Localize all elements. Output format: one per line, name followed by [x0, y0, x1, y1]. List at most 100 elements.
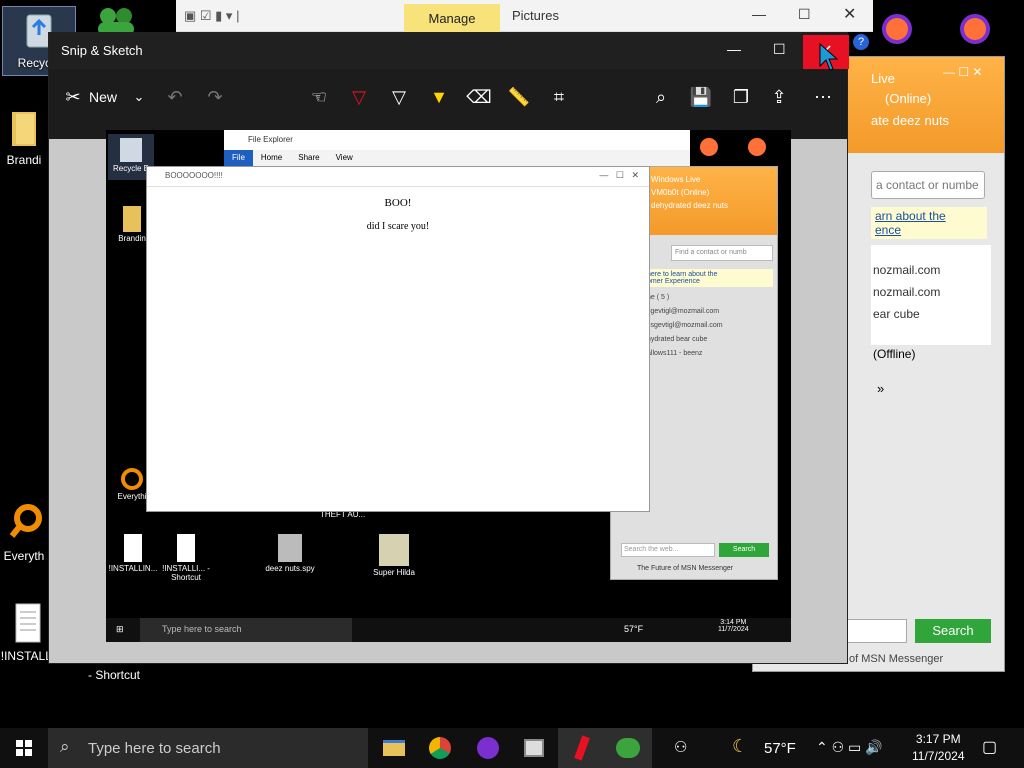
inner-msn-search: Find a contact or numb: [671, 245, 773, 261]
taskbar-date: 11/7/2024: [912, 749, 965, 763]
firefox-icon[interactable]: [880, 12, 914, 46]
messenger-contacts: nozmail.com nozmail.com ear cube: [871, 245, 991, 345]
help-icon[interactable]: ?: [853, 34, 869, 50]
save-icon[interactable]: 💾: [687, 83, 715, 111]
snip-minimize-icon[interactable]: —: [727, 41, 741, 57]
file-explorer-title: Pictures: [512, 8, 559, 23]
new-snip-icon[interactable]: ✂: [59, 83, 87, 111]
touch-writing-icon[interactable]: ☜: [305, 83, 333, 111]
share-icon[interactable]: ⇪: [765, 83, 793, 111]
inner-ribbon-view: View: [335, 153, 353, 162]
manage-tab[interactable]: Manage: [404, 4, 500, 32]
inner-taskbar-date: 11/7/2024: [718, 626, 749, 633]
windows-logo-icon: [16, 740, 32, 756]
messenger-title: Live: [871, 71, 895, 86]
desktop-icon-everything[interactable]: Everyth: [0, 500, 48, 563]
ruler-icon[interactable]: 📏: [505, 83, 533, 111]
taskbar-search-box[interactable]: ⌕ Type here to search: [48, 728, 368, 768]
messenger-window-controls[interactable]: — ☐ ✕: [943, 65, 982, 79]
undo-icon[interactable]: ↶: [161, 83, 189, 111]
pencil-icon[interactable]: ▽: [385, 83, 413, 111]
inner-msn-name: VM0b0t: [651, 188, 679, 197]
start-button[interactable]: [0, 728, 48, 768]
inner-msn-status: (Online): [680, 188, 710, 197]
inner-start-icon: ⊞: [116, 624, 124, 634]
inner-promo-line: omer Experience: [647, 278, 700, 285]
inner-taskbar-time: 3:14 PM: [720, 619, 747, 626]
folder-icon: [12, 112, 36, 146]
inner-msn-contact: allows111 - beenz: [647, 350, 703, 357]
inner-msn-tagline: dehydrated deez nuts: [651, 201, 728, 210]
messenger-footer: of MSN Messenger: [849, 653, 944, 665]
snip-sketch-taskbar-icon[interactable]: [558, 728, 606, 768]
weather-moon-icon: ☾: [732, 736, 749, 756]
close-icon[interactable]: ✕: [843, 4, 856, 24]
taskbar-weather[interactable]: 57°F: [764, 740, 796, 757]
inner-shortcut-icon: !INSTALLI... - Shortcut: [158, 534, 214, 582]
messenger-status[interactable]: (Online): [885, 91, 931, 106]
snip-title: Snip & Sketch: [61, 43, 143, 58]
desktop-icon-brandi[interactable]: Brandi: [0, 108, 48, 167]
inner-icon-label: deez nuts.spy: [265, 564, 315, 573]
inner-installin-icon: !INSTALLIN...: [108, 534, 158, 573]
copy-icon[interactable]: ❐: [727, 83, 755, 111]
file-explorer-taskbar-icon[interactable]: [370, 728, 418, 768]
inner-icon-label: !INSTALLIN...: [108, 564, 158, 573]
everything-search-icon: [9, 504, 42, 538]
more-options-icon[interactable]: ⋯: [809, 83, 837, 111]
inner-deeznuts-icon: deez nuts.spy: [258, 534, 322, 573]
maximize-icon[interactable]: ☐: [798, 6, 811, 23]
taskbar-clock[interactable]: 3:17 PM 11/7/2024: [912, 732, 965, 763]
chevron-down-icon[interactable]: ⌄: [125, 83, 153, 111]
inner-icon-label: !INSTALLI... - Shortcut: [162, 564, 210, 582]
messenger-contact-search[interactable]: a contact or numbe: [871, 171, 985, 199]
snip-titlebar: Snip & Sketch — ☐ ✕: [49, 33, 849, 69]
contact-item[interactable]: nozmail.com: [871, 277, 991, 299]
zoom-icon[interactable]: ⌕: [647, 83, 675, 111]
messenger-promo[interactable]: arn about the ence: [871, 207, 987, 239]
inner-popup-controls: — ☐ ✕: [599, 170, 639, 180]
snip-maximize-icon[interactable]: ☐: [773, 41, 786, 58]
inner-promo-line: here to learn about the: [647, 271, 718, 278]
app-taskbar-icon[interactable]: [510, 728, 558, 768]
messenger-taskbar-icon[interactable]: [604, 728, 652, 768]
messenger-web-search[interactable]: [843, 619, 907, 643]
taskbar-time: 3:17 PM: [915, 732, 961, 746]
inner-msn-header: Windows Live: [651, 175, 701, 184]
contact-item[interactable]: ear cube: [871, 299, 991, 321]
contact-item[interactable]: nozmail.com: [871, 245, 991, 277]
inner-popup-title: BOOOOOOO!!!!: [165, 171, 223, 180]
promo-line: ence: [875, 223, 902, 237]
messenger-search-button[interactable]: Search: [915, 619, 991, 643]
notification-icon[interactable]: ▢: [982, 737, 997, 757]
people-icon[interactable]: ⚇: [674, 738, 687, 756]
offline-group[interactable]: (Offline): [873, 347, 915, 361]
redo-icon[interactable]: ↷: [201, 83, 229, 111]
highlighter-icon[interactable]: ▼: [425, 83, 453, 111]
inner-icon-label: Brandin: [118, 234, 146, 243]
inner-taskbar-weather: 57°F: [624, 624, 644, 634]
inner-msn-search-button: Search: [719, 543, 769, 557]
inner-firefox-icons: [696, 138, 776, 160]
quick-access-icons: ▣ ☑ ▮ ▾ |: [184, 8, 240, 23]
captured-screenshot: Recycle B Brandin Everythi !INSTALLIN...…: [106, 130, 791, 642]
inner-taskbar: ⊞ Type here to search 57°F 3:14 PM 11/7/…: [106, 618, 791, 642]
inner-ribbon-file: File: [224, 150, 253, 166]
firefox-icon[interactable]: [958, 12, 992, 46]
purple-app-taskbar-icon[interactable]: [464, 728, 512, 768]
inner-msn-contact: csgevtigl@mozmail.com: [647, 322, 723, 329]
tray-icons[interactable]: ⌃ ⚇ ▭ 🔊: [816, 739, 883, 756]
snip-sketch-window: Snip & Sketch — ☐ ✕ ✂ New ⌄ ↶ ↷ ☜ ▽ ▽ ▼ …: [48, 32, 849, 664]
taskbar-search-placeholder: Type here to search: [88, 740, 221, 757]
inner-boo-popup: BOOOOOOO!!!! — ☐ ✕ BOO! did I scare you!: [146, 166, 650, 512]
inner-explorer-title: File Explorer: [248, 135, 293, 144]
more-chevron[interactable]: »: [877, 381, 884, 396]
ballpoint-pen-icon[interactable]: ▽: [345, 83, 373, 111]
new-snip-button[interactable]: New: [89, 89, 117, 105]
chrome-taskbar-icon[interactable]: [416, 728, 464, 768]
eraser-icon[interactable]: ⌫: [465, 83, 493, 111]
messenger-tagline[interactable]: ate deez nuts: [871, 113, 949, 128]
minimize-icon[interactable]: —: [752, 6, 766, 22]
crop-icon[interactable]: ⌗: [545, 83, 573, 111]
desktop-label-shortcut: - Shortcut: [88, 668, 141, 682]
